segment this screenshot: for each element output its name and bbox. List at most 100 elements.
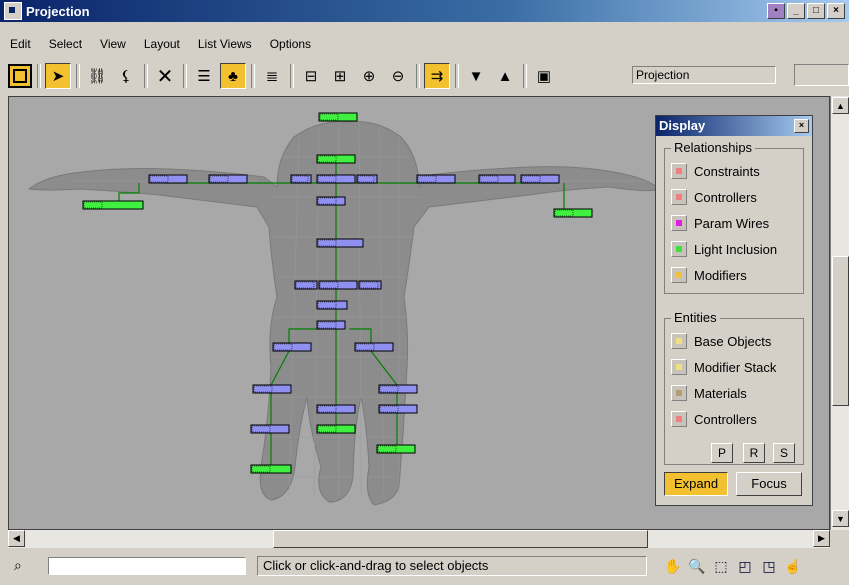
expand-selected-button[interactable]: ⊕ <box>356 63 382 89</box>
bone-node[interactable] <box>272 342 312 352</box>
bone-node[interactable] <box>316 196 346 206</box>
bone-node[interactable] <box>316 404 356 414</box>
ik-controller-node[interactable] <box>376 444 416 454</box>
menu-layout[interactable]: Layout <box>134 37 188 51</box>
minimize-button[interactable]: _ <box>787 3 805 19</box>
bone-node[interactable] <box>354 342 394 352</box>
scale-button[interactable]: S <box>773 443 795 463</box>
preferences-button[interactable]: ▣ <box>531 63 557 89</box>
bone-node[interactable] <box>250 424 290 434</box>
connect-button[interactable]: ⛓ <box>84 63 110 89</box>
display-floater-button[interactable] <box>8 64 32 88</box>
focus-button[interactable]: Focus <box>736 472 802 496</box>
bone-node[interactable] <box>478 174 516 184</box>
bone-node[interactable] <box>148 174 188 184</box>
move-children-button[interactable]: ▼ <box>463 63 489 89</box>
horizontal-scrollbar[interactable]: ◀ ▶ <box>8 530 830 548</box>
toggle-controllers[interactable]: Controllers <box>671 185 799 209</box>
toggle-materials[interactable]: Materials <box>671 381 799 405</box>
rotation-button[interactable]: R <box>743 443 765 463</box>
unlink-button[interactable]: ⚸ <box>113 63 139 89</box>
menu-options[interactable]: Options <box>260 37 319 51</box>
bone-node[interactable] <box>358 280 382 290</box>
vertical-scroll-thumb[interactable] <box>832 256 849 406</box>
toggle-light-inclusion[interactable]: Light Inclusion <box>671 237 799 261</box>
position-button[interactable]: P <box>711 443 733 463</box>
bone-node[interactable] <box>356 174 378 184</box>
menu-edit[interactable]: Edit <box>0 37 39 51</box>
menu-list-views[interactable]: List Views <box>188 37 260 51</box>
ik-controller-node[interactable] <box>316 154 356 164</box>
ik-controller-node[interactable] <box>316 424 356 434</box>
zoom-extents-icon[interactable]: ◰ <box>734 556 756 576</box>
bone-node[interactable] <box>316 300 348 310</box>
ik-controller-node[interactable] <box>318 112 358 122</box>
display-floater-title[interactable]: Display × <box>656 116 812 136</box>
maximize-button[interactable]: □ <box>807 3 825 19</box>
bone-node[interactable] <box>252 384 292 394</box>
zoom-extents-selected-icon[interactable]: ◳ <box>758 556 780 576</box>
scroll-left-button[interactable]: ◀ <box>8 530 25 547</box>
toggle-base-objects[interactable]: Base Objects <box>671 329 799 353</box>
menu-view[interactable]: View <box>90 37 134 51</box>
toggle-constraints[interactable]: Constraints <box>671 159 799 183</box>
ik-controller-node[interactable] <box>250 464 292 474</box>
sync-selection-button[interactable]: ⇉ <box>424 63 450 89</box>
pan-to-selected-icon[interactable]: ☝ <box>782 556 804 576</box>
schematic-viewport[interactable]: Display × Relationships Constraints Cont… <box>8 96 830 530</box>
controllers-swatch[interactable] <box>671 189 687 205</box>
bone-node[interactable] <box>294 280 318 290</box>
view-name-field[interactable]: Projection <box>632 66 776 84</box>
scroll-up-button[interactable]: ▲ <box>832 97 849 114</box>
scroll-down-button[interactable]: ▼ <box>832 510 849 527</box>
bone-node[interactable] <box>378 404 418 414</box>
ik-controller-node[interactable] <box>82 200 144 210</box>
bone-node[interactable] <box>290 174 312 184</box>
expand-button[interactable]: Expand <box>664 472 728 496</box>
entity-controllers-swatch[interactable] <box>671 411 687 427</box>
align-left-button[interactable]: ⊟ <box>298 63 324 89</box>
references-button[interactable]: ≣ <box>259 63 285 89</box>
param-wires-swatch[interactable] <box>671 215 687 231</box>
pin-button[interactable]: ▪ <box>767 3 785 19</box>
bone-node[interactable] <box>316 320 346 330</box>
close-button[interactable]: × <box>827 3 845 19</box>
scroll-right-button[interactable]: ▶ <box>813 530 830 547</box>
bone-node[interactable] <box>416 174 456 184</box>
base-objects-swatch[interactable] <box>671 333 687 349</box>
pan-hand-icon[interactable]: ✋ <box>662 556 684 576</box>
bookmark-field[interactable] <box>794 64 849 86</box>
horizontal-scroll-thumb[interactable] <box>273 530 648 548</box>
modifiers-swatch[interactable] <box>671 267 687 283</box>
bone-node[interactable] <box>208 174 248 184</box>
zoom-region-icon[interactable]: ⬚ <box>710 556 732 576</box>
toggle-modifiers[interactable]: Modifiers <box>671 263 799 287</box>
bone-node[interactable] <box>316 238 364 248</box>
toggle-modifier-stack[interactable]: Modifier Stack <box>671 355 799 379</box>
bone-node[interactable] <box>520 174 560 184</box>
hierarchy-mode-button[interactable]: ☰ <box>191 63 217 89</box>
search-field[interactable] <box>48 557 246 575</box>
toggle-entity-controllers[interactable]: Controllers <box>671 407 799 431</box>
light-inclusion-swatch[interactable] <box>671 241 687 257</box>
materials-swatch[interactable] <box>671 385 687 401</box>
bone-node[interactable] <box>316 174 356 184</box>
constraints-swatch[interactable] <box>671 163 687 179</box>
close-icon[interactable]: × <box>794 119 809 133</box>
search-binoculars-icon[interactable]: ⌕ <box>14 557 34 575</box>
toggle-param-wires[interactable]: Param Wires <box>671 211 799 235</box>
select-tool-button[interactable]: ➤ <box>45 63 71 89</box>
schematic-mode-button[interactable]: ♣ <box>220 63 246 89</box>
move-parent-button[interactable]: ▲ <box>492 63 518 89</box>
bone-node[interactable] <box>378 384 418 394</box>
ik-controller-node[interactable] <box>553 208 593 218</box>
menu-select[interactable]: Select <box>39 37 90 51</box>
align-right-button[interactable]: ⊞ <box>327 63 353 89</box>
collapse-selected-button[interactable]: ⊖ <box>385 63 411 89</box>
bone-node[interactable] <box>318 280 358 290</box>
title-bar[interactable]: Projection ▪ _ □ × <box>0 0 849 22</box>
delete-button[interactable]: ✕ <box>152 63 178 89</box>
modifier-stack-swatch[interactable] <box>671 359 687 375</box>
zoom-icon[interactable]: 🔍 <box>686 556 708 576</box>
vertical-scrollbar[interactable]: ▲ ▼ <box>830 96 849 530</box>
